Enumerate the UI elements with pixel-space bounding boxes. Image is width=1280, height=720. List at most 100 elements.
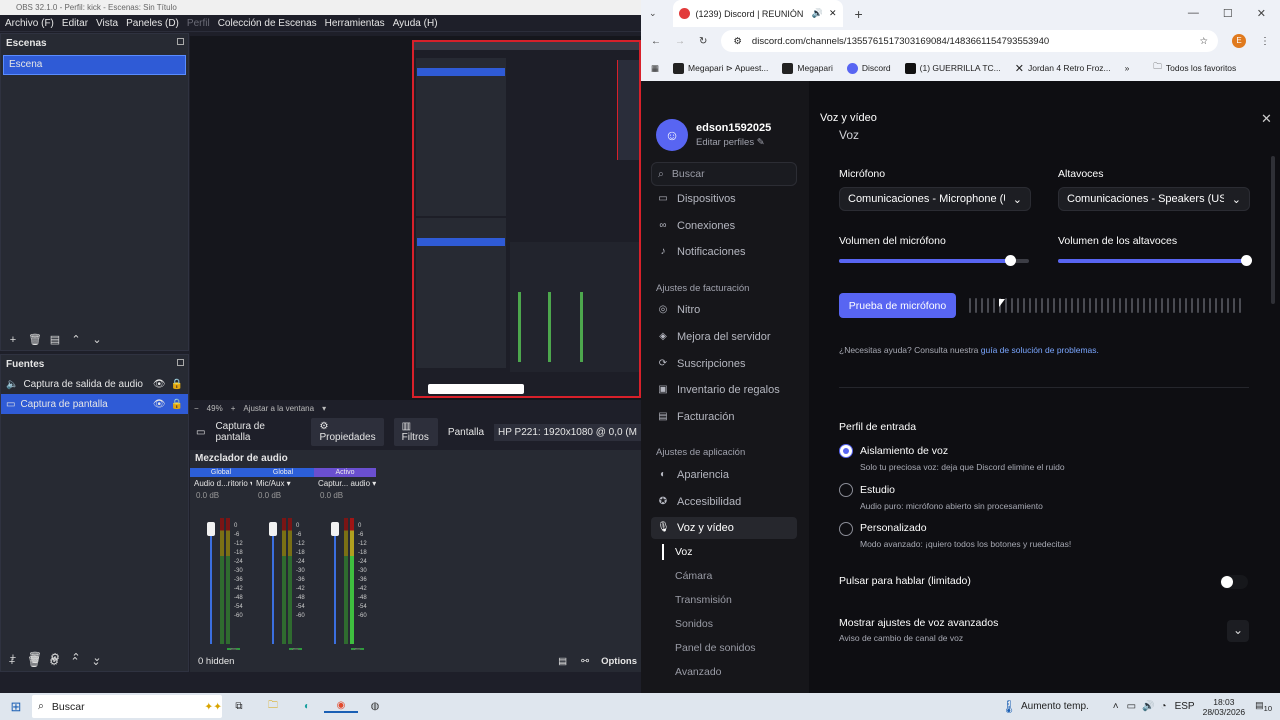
scrollbar[interactable] (1271, 156, 1275, 304)
move-up-icon[interactable]: ⌃ (69, 655, 81, 668)
forward-icon[interactable]: → (675, 36, 685, 47)
network-icon[interactable]: ▭ (1127, 701, 1136, 712)
audio-icon[interactable]: 🔊 (812, 8, 823, 19)
back-icon[interactable]: ← (651, 36, 661, 47)
settings-search[interactable]: ⌕ Buscar (651, 162, 797, 186)
nav-suscripciones[interactable]: ⟳ Suscripciones (651, 353, 797, 375)
zoom-out-icon[interactable]: − (194, 404, 199, 413)
menu-coleccion[interactable]: Colección de Escenas (218, 15, 317, 31)
menu-perfil[interactable]: Perfil (187, 15, 210, 31)
mic-select[interactable]: Comunicaciones - Microphone (US ⌄ (839, 187, 1031, 211)
notification-icon[interactable]: ▤10 (1255, 700, 1272, 713)
menu-herramientas[interactable]: Herramientas (325, 15, 385, 31)
volume-fader-track[interactable] (210, 522, 212, 644)
chevron-down-icon[interactable]: ⌄ (1227, 620, 1249, 642)
troubleshoot-link[interactable]: guía de solución de problemas. (981, 345, 1099, 355)
tab-discord[interactable]: (1239) Discord | REUNIÓN 🔊 ✕ (672, 0, 843, 27)
radio-custom[interactable] (839, 522, 853, 536)
nav-conexiones[interactable]: ∞ Conexiones (651, 215, 797, 237)
chevron-up-icon[interactable]: ˄ (1113, 701, 1119, 712)
subnav-panel-sonidos[interactable]: Panel de sonidos (675, 642, 756, 654)
add-icon[interactable]: + (7, 334, 19, 346)
channel-name[interactable]: Captur... audio ▾ (314, 479, 376, 488)
subnav-transmision[interactable]: Transmisión (675, 594, 732, 606)
windows-start-icon[interactable]: ⊞ (0, 699, 32, 715)
eye-icon[interactable]: 👁 (153, 399, 166, 410)
volume-fader-handle[interactable] (207, 522, 215, 536)
subnav-camara[interactable]: Cámara (675, 570, 712, 582)
dock-float-icon[interactable] (177, 38, 184, 45)
add-icon[interactable]: + (6, 656, 18, 668)
menu-dots-icon[interactable]: ⋮ (1260, 36, 1270, 47)
eye-icon[interactable]: 👁 (153, 379, 166, 390)
apps-icon[interactable]: ▦ (651, 63, 659, 74)
nav-facturacion[interactable]: ▤ Facturación (651, 406, 797, 428)
subnav-avanzado[interactable]: Avanzado (675, 666, 722, 678)
close-window-icon[interactable]: ✕ (1257, 7, 1266, 20)
nav-nitro[interactable]: ◎ Nitro (651, 299, 797, 321)
new-tab-icon[interactable]: + (855, 6, 863, 22)
move-down-icon[interactable]: ⌄ (90, 655, 102, 668)
lock-icon[interactable]: 🔒 (171, 399, 183, 410)
obs-icon[interactable]: ◍ (358, 701, 392, 712)
bookmark-megapari[interactable]: Megapari (782, 62, 833, 74)
taskbar-search[interactable]: ⌕ Buscar ✦✦ (32, 695, 222, 718)
tab-list-icon[interactable]: ⌄ (649, 8, 657, 19)
weather-text[interactable]: Aumento temp. (1021, 701, 1089, 712)
speaker-volume-knob[interactable] (1241, 255, 1253, 266)
nav-inventario[interactable]: ▣ Inventario de regalos (651, 379, 797, 401)
zoom-in-icon[interactable]: + (231, 404, 236, 413)
bookmark-x[interactable]: (1) GUERRILLA TC... (904, 62, 1001, 74)
volume-fader-handle[interactable] (269, 522, 277, 536)
avatar[interactable]: ☺ (656, 119, 688, 151)
profile-avatar[interactable]: E (1232, 34, 1246, 48)
nav-voz-video[interactable]: 🎙 Voz y vídeo (651, 517, 797, 539)
move-up-icon[interactable]: ⌃ (70, 333, 82, 346)
link-icon[interactable]: ⚯ (581, 656, 589, 667)
options-button[interactable]: Options (601, 656, 637, 667)
nav-dispositivos[interactable]: ▭ Dispositivos (651, 188, 797, 210)
menu-vista[interactable]: Vista (96, 15, 118, 31)
nav-mejora-servidor[interactable]: ◈ Mejora del servidor (651, 326, 797, 348)
dock-float-icon[interactable] (177, 359, 184, 366)
channel-name[interactable]: Audio d...ritorio ▾ (190, 479, 252, 488)
menu-paneles[interactable]: Paneles (D) (126, 15, 179, 31)
bookmark-megapari-apuestas[interactable]: Megapari ⊳ Apuest... (673, 62, 768, 74)
maximize-icon[interactable]: ☐ (1223, 7, 1233, 20)
volume-fader-track[interactable] (334, 522, 336, 644)
lock-icon[interactable]: 🔒 (171, 379, 183, 390)
thermometer-icon[interactable]: 🌡 (1000, 699, 1017, 715)
reload-icon[interactable]: ↻ (699, 36, 707, 47)
nav-accesibilidad[interactable]: ✪ Accesibilidad (651, 491, 797, 513)
vscode-icon[interactable]: ◐ (290, 701, 324, 712)
menu-archivo[interactable]: Archivo (F) (5, 15, 54, 31)
bookmarks-more[interactable]: » (1125, 63, 1130, 73)
source-item-screen[interactable]: ▭ Captura de pantalla 👁 🔒 (1, 394, 188, 414)
scene-item[interactable]: Escena (3, 55, 186, 75)
zoom-fit[interactable]: Ajustar a la ventana (243, 404, 314, 413)
screen-select[interactable]: HP P221: 1920x1080 @ 0,0 (M (494, 423, 641, 441)
nav-apariencia[interactable]: ◐ Apariencia (651, 464, 797, 486)
trash-icon[interactable]: 🗑 (27, 655, 41, 668)
language-indicator[interactable]: ESP (1175, 701, 1195, 712)
filter-icon[interactable]: ▤ (49, 333, 61, 346)
chevron-down-icon[interactable]: ▾ (322, 404, 326, 413)
close-tab-icon[interactable]: ✕ (829, 8, 837, 19)
radio-voice-isolation[interactable] (839, 444, 853, 458)
filters-button[interactable]: ▥ Filtros (393, 418, 438, 446)
wifi-icon[interactable]: ◔ (1161, 701, 1167, 712)
volume-fader-track[interactable] (272, 522, 274, 644)
menu-ayuda[interactable]: Ayuda (H) (393, 15, 438, 31)
file-explorer-icon[interactable]: 🗀 (256, 698, 290, 715)
bookmark-discord[interactable]: Discord (846, 62, 891, 74)
address-bar[interactable]: ⚙ discord.com/channels/13557615173031690… (721, 30, 1218, 52)
clock[interactable]: 18:03 28/03/2026 (1203, 697, 1246, 717)
all-favorites[interactable]: 🗀 Todos los favoritos (1153, 61, 1236, 75)
radio-studio[interactable] (839, 483, 853, 497)
minimize-icon[interactable]: — (1188, 7, 1199, 20)
star-icon[interactable]: ☆ (1199, 36, 1208, 47)
menu-editar[interactable]: Editar (62, 15, 88, 31)
site-info-icon[interactable]: ⚙ (733, 36, 742, 47)
mic-volume-knob[interactable] (1005, 255, 1016, 266)
speaker-select[interactable]: Comunicaciones - Speakers (USB ⌄ (1058, 187, 1250, 211)
